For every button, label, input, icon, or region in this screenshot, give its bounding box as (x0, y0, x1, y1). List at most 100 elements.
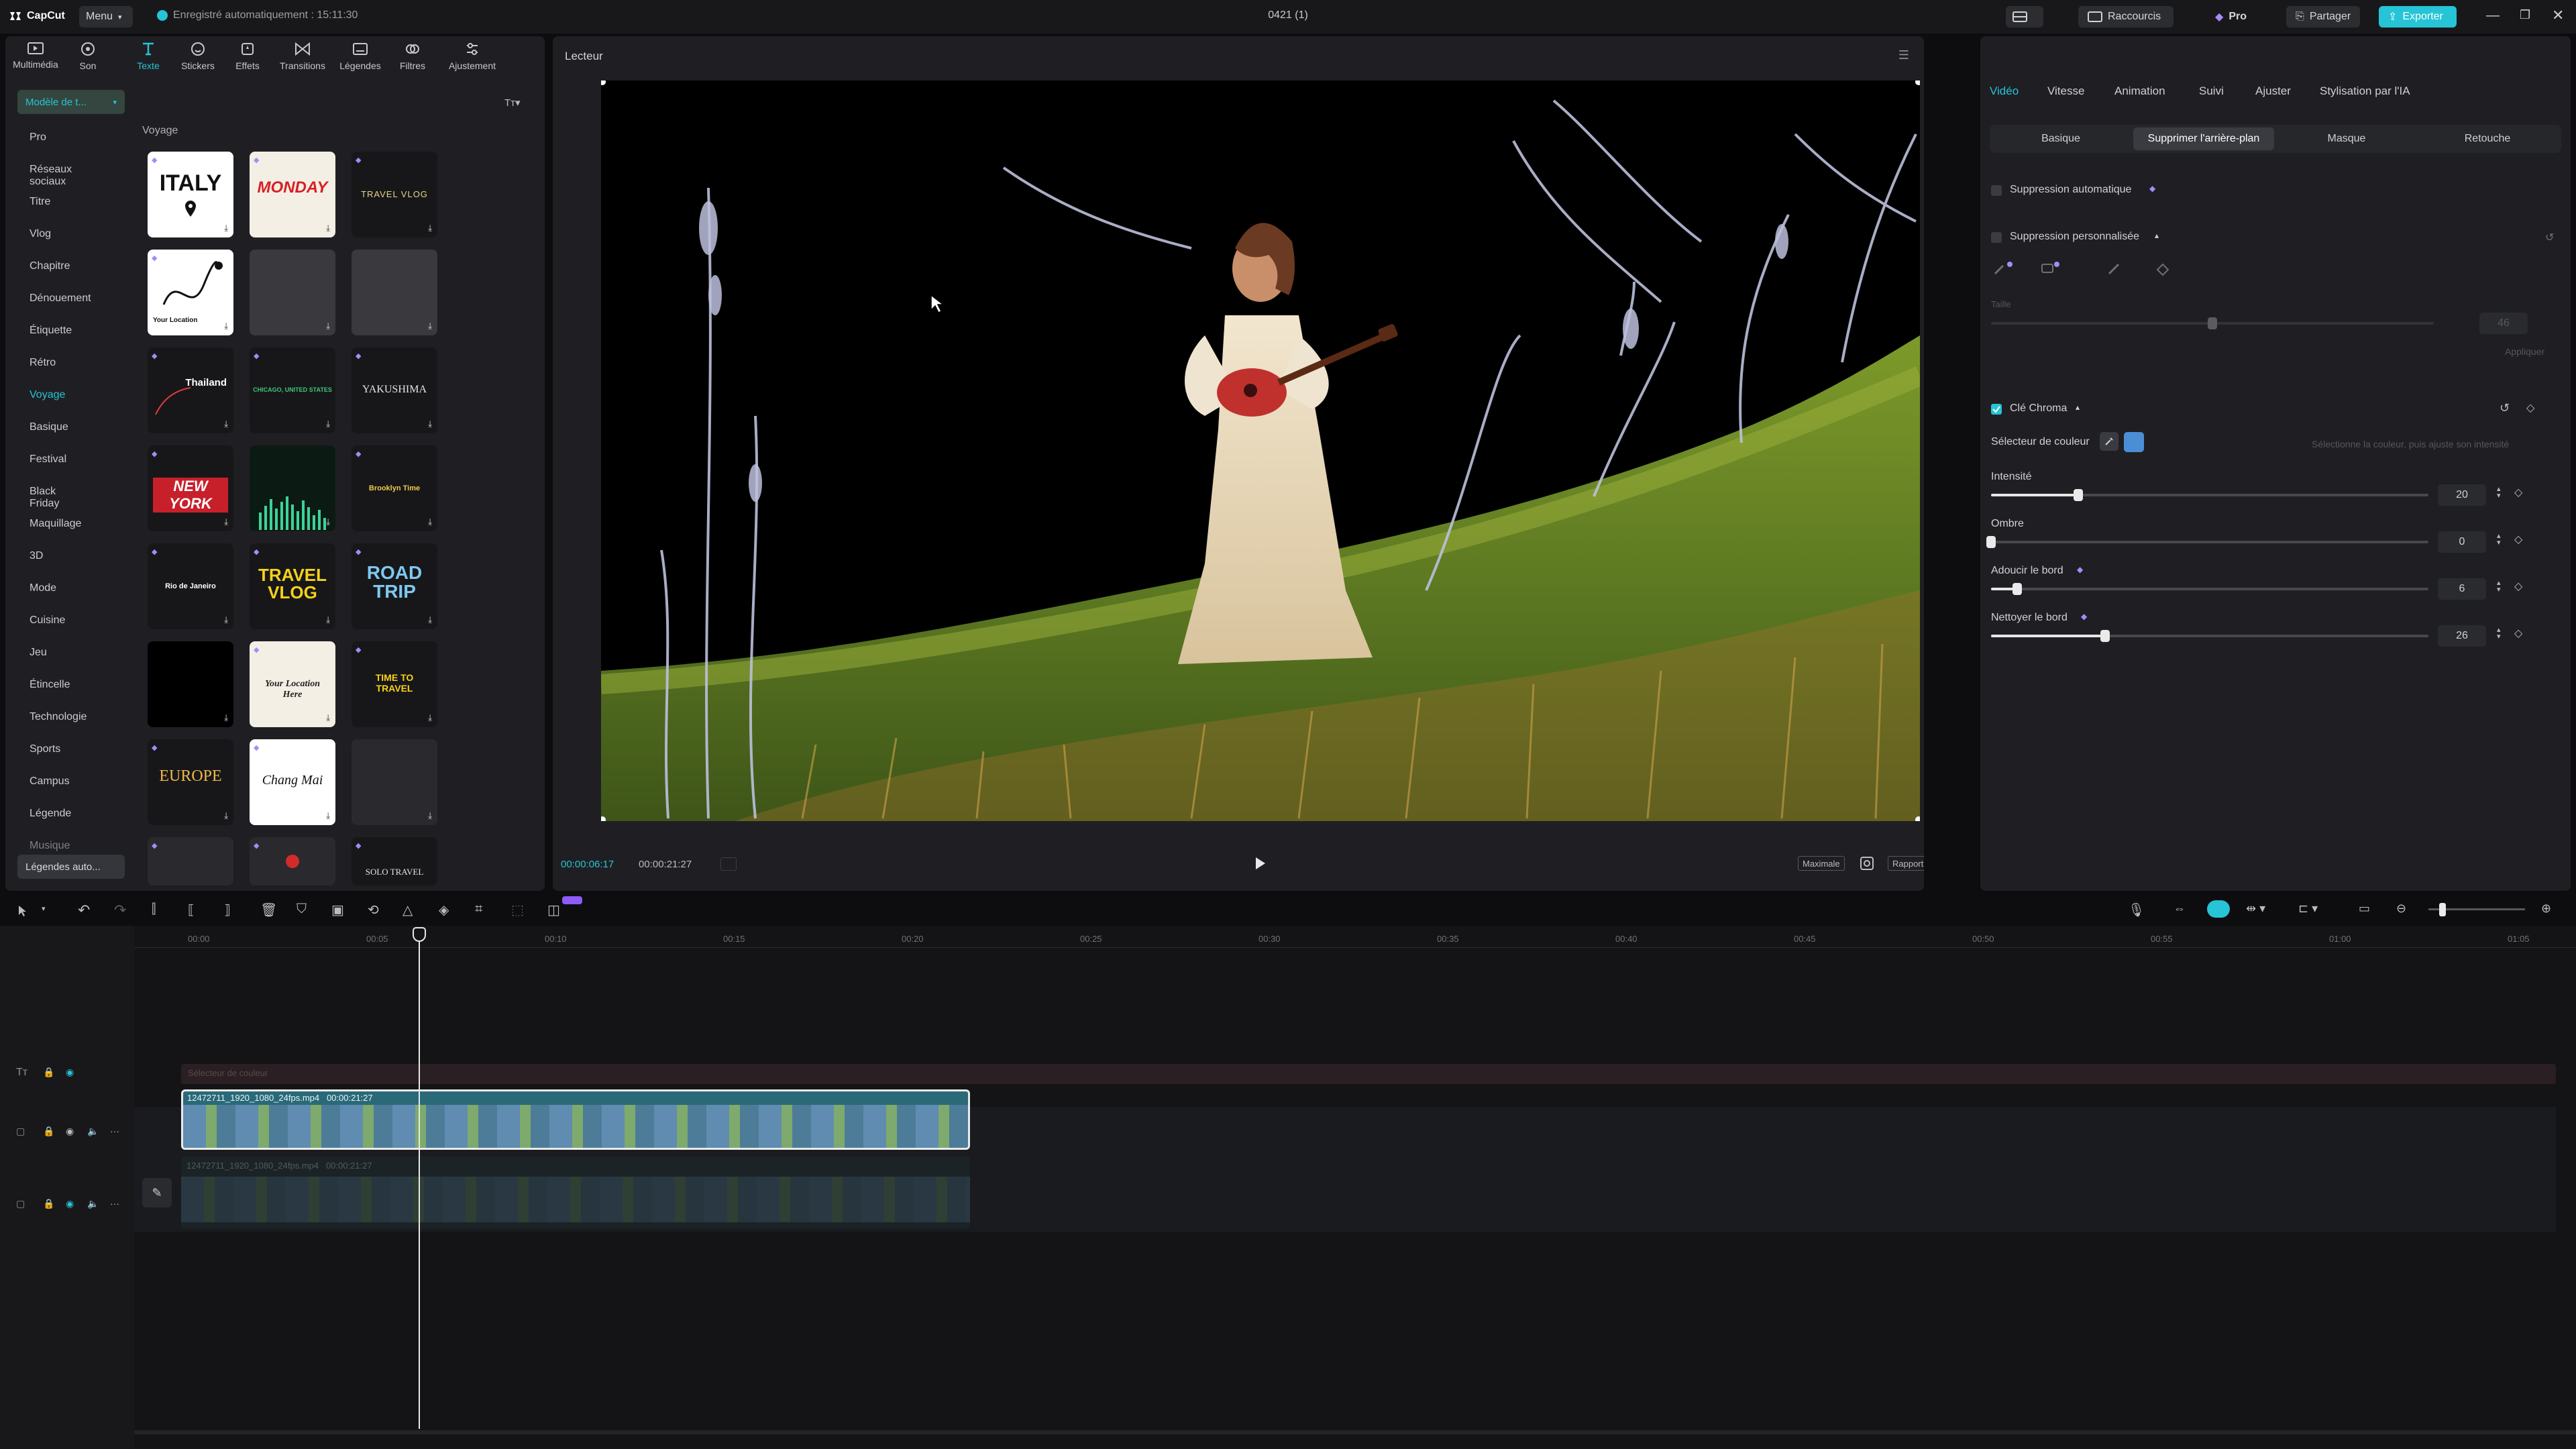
template-card[interactable]: ◆ MONDAY ⤓ (250, 152, 335, 237)
category-item[interactable]: Musique (30, 840, 70, 852)
marker-icon[interactable]: ⛉ (297, 902, 307, 917)
playhead[interactable] (419, 930, 420, 1429)
zoom-out-icon[interactable]: ⊖ (2396, 902, 2406, 916)
download-icon[interactable]: ⤓ (224, 321, 228, 331)
template-card[interactable]: ◆ ITALY ⤓ (148, 152, 233, 237)
category-item[interactable]: Rétro (30, 357, 56, 369)
template-card[interactable]: ◆ SOLO TRAVEL (352, 837, 437, 885)
shortcuts-button[interactable]: Raccourcis (2078, 6, 2174, 28)
chevron-up-icon[interactable]: ▴ (2155, 231, 2159, 240)
keyframe-icon[interactable]: ◇ (2514, 533, 2522, 546)
category-item[interactable]: Pro (30, 131, 46, 144)
preview-axis-icon[interactable]: ⇹ ▾ (2246, 902, 2265, 916)
timeline-view-icon[interactable] (720, 857, 737, 871)
template-card[interactable]: ◆ Your Location Here ⤓ (250, 641, 335, 727)
eraser-icon[interactable] (2155, 260, 2171, 276)
select-cursor-icon[interactable] (17, 904, 30, 918)
template-card[interactable]: ◆ ROAD TRIP ⤓ (352, 543, 437, 629)
size-slider-knob[interactable] (2208, 317, 2217, 329)
tab-adjust[interactable]: Ajuster (2255, 85, 2291, 98)
split-right-icon[interactable]: ⟧ (224, 902, 231, 918)
reverse-icon[interactable]: ⟲ (368, 902, 379, 918)
more-icon[interactable]: ··· (110, 1126, 119, 1136)
tab-speed[interactable]: Vitesse (2047, 85, 2084, 98)
clean-edge-slider[interactable] (1991, 630, 2428, 642)
smart-eraser-icon[interactable] (2039, 260, 2063, 276)
category-item[interactable]: Légende (30, 808, 71, 820)
category-item[interactable]: Chapitre (30, 260, 70, 272)
download-icon[interactable]: ⤓ (428, 810, 432, 821)
template-card[interactable]: ⤓ (148, 641, 233, 727)
split-icon[interactable]: ⫿ (152, 902, 156, 917)
template-card[interactable]: ⤓ (250, 250, 335, 335)
download-icon[interactable]: ⤓ (326, 614, 330, 625)
keyframe-icon[interactable]: ◇ (2514, 486, 2522, 499)
zoom-in-icon[interactable]: ⊕ (2541, 902, 2551, 916)
category-item[interactable]: Cuisine (30, 614, 65, 627)
download-icon[interactable]: ⤓ (326, 419, 330, 429)
speaker-icon[interactable]: 🔈 (87, 1198, 99, 1210)
feather-edge-input[interactable]: 6 (2438, 578, 2486, 600)
undo-icon[interactable]: ↶ (78, 902, 90, 919)
ai-effects-icon[interactable]: ⬚ (511, 902, 524, 918)
magnet-toggle[interactable] (2207, 900, 2230, 918)
subtab-basic[interactable]: Basique (1994, 127, 2128, 150)
lock-icon[interactable]: 🔒 (43, 1067, 54, 1078)
menu-button[interactable]: Menu ▾ (79, 6, 133, 28)
tool-transitions[interactable]: Transitions (279, 42, 326, 79)
intensity-input[interactable]: 20 (2438, 484, 2486, 506)
restore-button[interactable]: ❐ (2520, 8, 2530, 22)
download-icon[interactable]: ⤓ (224, 712, 228, 723)
category-item[interactable]: Titre (30, 196, 50, 208)
apply-button[interactable]: Appliquer (2505, 346, 2544, 357)
lock-icon[interactable]: 🔒 (43, 1126, 54, 1137)
video-preview[interactable] (601, 80, 1920, 821)
category-item[interactable]: Vlog (30, 228, 51, 240)
quality-button[interactable]: Maximale (1798, 856, 1845, 871)
tool-adjust[interactable]: Ajustement (445, 42, 499, 79)
freeze-frame-icon[interactable]: ▣ (331, 902, 344, 918)
template-card[interactable]: ◆ TIME TO TRAVEL ⤓ (352, 641, 437, 727)
close-button[interactable]: ✕ (2552, 7, 2564, 24)
template-card[interactable]: ◆ (148, 837, 233, 885)
crop-icon[interactable]: ⌗ (475, 902, 482, 917)
shadow-slider[interactable] (1986, 536, 2428, 548)
download-icon[interactable]: ⤓ (428, 223, 432, 233)
slider-knob[interactable] (2100, 630, 2110, 642)
category-item[interactable]: Campus (30, 775, 70, 788)
share-button[interactable]: ⎘ Partager (2286, 6, 2360, 28)
download-icon[interactable]: ⤓ (326, 321, 330, 331)
download-icon[interactable]: ⤓ (224, 810, 228, 821)
redo-icon[interactable]: ↷ (114, 902, 126, 919)
tool-effects[interactable]: Effets (224, 42, 271, 79)
download-icon[interactable]: ⤓ (428, 419, 432, 429)
template-card[interactable]: ◆ Thailand ⤓ (148, 347, 233, 433)
category-item[interactable]: Sports (30, 743, 60, 755)
category-item[interactable]: Black Friday (30, 486, 59, 510)
category-item[interactable]: Dénouement (30, 292, 91, 305)
text-track-clip[interactable]: Sélecteur de couleur (181, 1064, 2556, 1084)
layout-button[interactable] (2006, 6, 2043, 28)
download-icon[interactable]: ⤓ (224, 223, 228, 233)
mirror-icon[interactable]: △ (402, 902, 413, 918)
auto-removal-checkbox[interactable] (1991, 185, 2002, 196)
template-card[interactable]: ◆ CHICAGO, UNITED STATES ⤓ (250, 347, 335, 433)
rotate-icon[interactable]: ◈ (439, 902, 449, 918)
size-input[interactable]: 46 (2479, 313, 2528, 334)
template-card[interactable]: ◆ NEW YORK ⤓ (148, 445, 233, 531)
template-card[interactable]: ◆ Chang Mai ⤓ (250, 739, 335, 825)
export-button[interactable]: ⇪ Exporter (2379, 6, 2457, 28)
tab-tracking[interactable]: Suivi (2199, 85, 2224, 98)
edit-cover-button[interactable]: ✎ (142, 1178, 172, 1208)
feather-edge-slider[interactable] (1991, 583, 2428, 595)
zoom-slider-knob[interactable] (2439, 903, 2446, 916)
tool-text[interactable]: Texte (125, 42, 172, 79)
eyedropper-button[interactable] (2100, 432, 2118, 451)
speaker-icon[interactable]: 🔈 (87, 1126, 99, 1137)
horizontal-scrollbar[interactable] (134, 1430, 2576, 1434)
playhead-handle[interactable] (413, 927, 426, 942)
slider-knob[interactable] (2074, 489, 2084, 501)
intensity-slider[interactable] (1991, 489, 2428, 501)
tool-captions[interactable]: Légendes (337, 42, 384, 79)
template-card[interactable]: ◆ Your Location ⤓ (148, 250, 233, 335)
